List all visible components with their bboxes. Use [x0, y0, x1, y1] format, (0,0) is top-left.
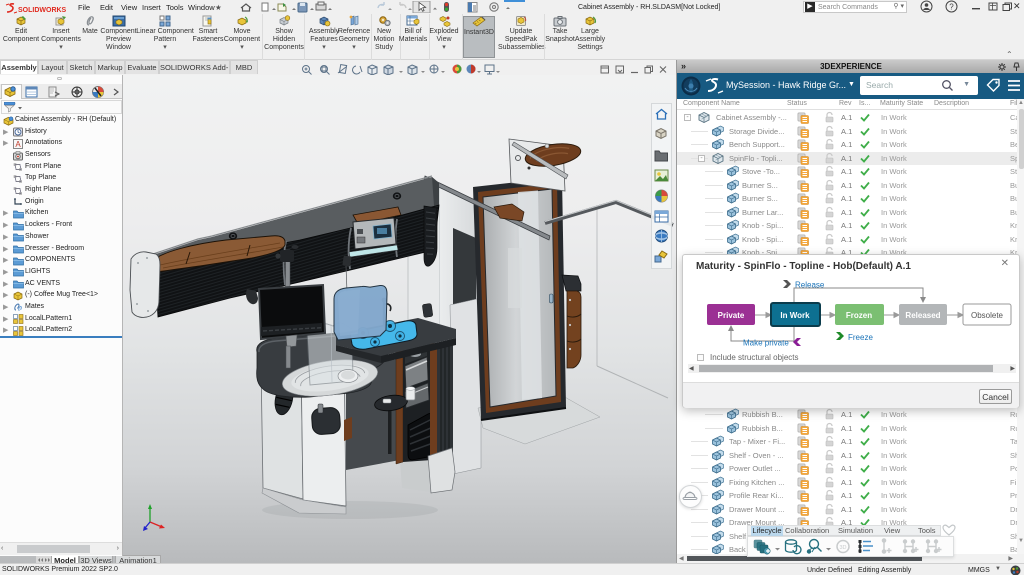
- svg-text:Freeze: Freeze: [848, 333, 873, 342]
- svg-text:Frozen: Frozen: [846, 311, 872, 320]
- svg-text:Release: Release: [795, 281, 825, 290]
- svg-text:In Work: In Work: [780, 311, 810, 320]
- svg-text:?: ?: [949, 3, 954, 12]
- svg-text:Released: Released: [905, 311, 940, 320]
- svg-text:Obsolete: Obsolete: [971, 311, 1004, 320]
- svg-text:3D: 3D: [839, 545, 846, 551]
- svg-text:Private: Private: [718, 311, 745, 320]
- svg-text:A: A: [15, 140, 21, 149]
- svg-text:Make private: Make private: [743, 339, 789, 348]
